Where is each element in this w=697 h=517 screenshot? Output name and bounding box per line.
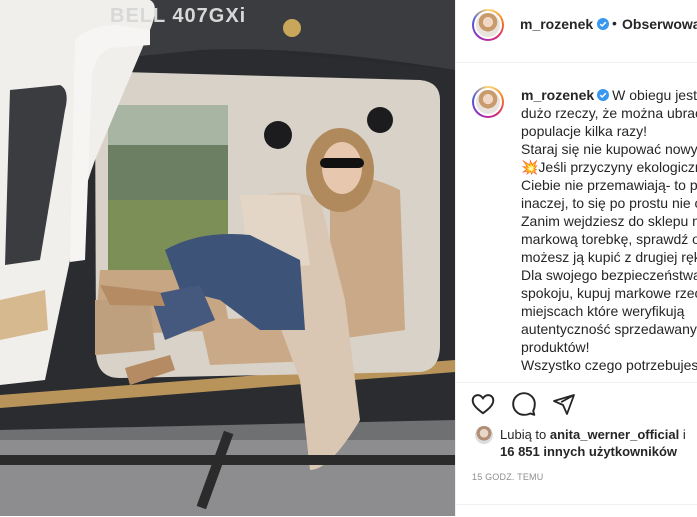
caption-line: Wszystko czego potrzebujesz [521,357,697,373]
caption-line: Staraj się nie kupować nowyc [521,141,697,157]
caption-line: miejscach które weryfikują [521,303,685,319]
avatar[interactable] [472,9,504,41]
helicopter-label: BELL 407GXi [110,5,247,27]
header-separator: • [612,15,617,31]
header-username[interactable]: m_rozenek [520,16,593,32]
caption-line: 💥Jeśli przyczyny ekologiczne [521,159,697,175]
caption-line: Zanim wejdziesz do sklepu n [521,213,697,229]
caption-line: autentyczność sprzedawanych [521,321,697,337]
post-timestamp[interactable]: 15 GODZ. TEMU [472,472,543,482]
likes-count[interactable]: 16 851 innych użytkowników [500,444,677,459]
caption-line: spokoju, kupuj markowe rzec [521,285,697,301]
comment-icon[interactable] [511,391,537,417]
post-side-panel: m_rozenek • Obserwowan m_rozenek W obiegu… [455,0,697,516]
caption-line: dużo rzeczy, że można ubrać [521,105,697,121]
heart-icon[interactable] [470,391,496,417]
likes-summary: Lubią to anita_werner_official i 16 851 … [500,426,690,460]
share-icon[interactable] [552,392,576,416]
comment-bar[interactable] [456,504,697,517]
caption-verified-icon [597,89,610,101]
helicopter-photo-illustration [0,0,455,516]
post-header: m_rozenek • Obserwowan [456,0,697,63]
post-caption: m_rozenek W obiegu jest dużo rzeczy, że m… [456,64,697,382]
caption-line: W obiegu jest [612,87,697,103]
caption-line: Dla swojego bezpieczeństwa [521,267,697,283]
likes-prefix: Lubią to [500,427,547,442]
caption-line: możesz ją kupić z drugiej ręk [521,249,697,265]
caption-line: Ciebie nie przemawiają- to p [521,177,697,193]
post-photo[interactable]: BELL 407GXi [0,0,455,516]
caption-line: markową torebkę, sprawdź o [521,231,697,247]
caption-line: produktów! [521,339,590,355]
follow-button[interactable]: Obserwowan [622,16,697,32]
instagram-post: BELL 407GXi m_rozenek • Obserwowan m_roz… [0,0,697,516]
caption-line-1: m_rozenek W obiegu jest [521,86,697,104]
caption-line: populacje kilka razy! [521,123,648,139]
liker-avatar[interactable] [475,426,493,444]
likes-joiner: i [682,427,686,442]
post-actions: Lubią to anita_werner_official i 16 851 … [456,382,697,502]
caption-line: inaczej, to się po prostu nie o [521,195,697,211]
liker-username[interactable]: anita_werner_official [550,427,679,442]
caption-username[interactable]: m_rozenek [521,87,594,103]
caption-text: m_rozenek W obiegu jest dużo rzeczy, że m… [521,86,697,374]
caption-avatar[interactable] [472,86,504,118]
verified-badge-icon [597,18,609,30]
